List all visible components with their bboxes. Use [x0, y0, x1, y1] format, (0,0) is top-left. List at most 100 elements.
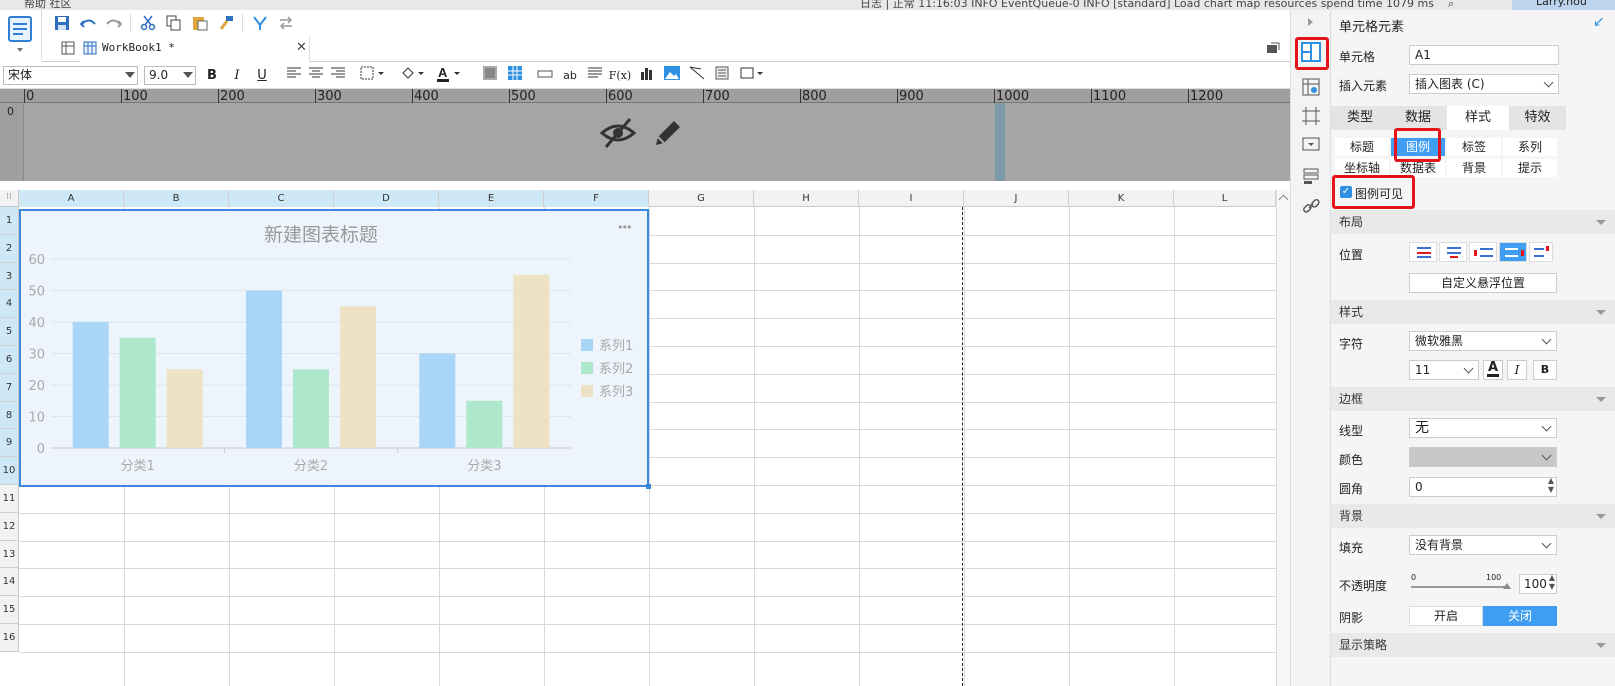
spreadsheet-grid[interactable]: ⁝⁝ A B C D E F G H I J K L 1 2 3 4 5 6 7 8 9 10 11…: [0, 190, 1280, 686]
tab-workbook1[interactable]: WorkBook1 *: [80, 36, 310, 62]
chart-widget[interactable]: ••• 新建图表标题 0 10 20 30 40 50 60 分类1 分类2 分类3 系列1 系列2 系…: [19, 209, 651, 489]
row-header-14[interactable]: 14: [0, 568, 19, 597]
row-header-12[interactable]: 12: [0, 512, 19, 541]
paste-icon[interactable]: [190, 13, 210, 33]
column-header-g[interactable]: G: [649, 190, 754, 207]
column-header-f[interactable]: F: [544, 190, 649, 207]
tab-data[interactable]: 数据: [1389, 106, 1447, 130]
format-painter-icon[interactable]: [216, 13, 236, 33]
linetype-select[interactable]: 无: [1409, 418, 1557, 438]
shadow-on-button[interactable]: 开启: [1409, 606, 1483, 626]
subtab-series[interactable]: 系列: [1503, 138, 1557, 156]
link-icon[interactable]: [1302, 197, 1320, 218]
cut-icon[interactable]: [138, 13, 158, 33]
row-header-11[interactable]: 11: [0, 485, 19, 513]
close-icon[interactable]: ✕: [296, 40, 307, 55]
tab-type[interactable]: 类型: [1331, 106, 1389, 130]
row-header-4[interactable]: 4: [0, 290, 19, 319]
border-dropdown-icon[interactable]: [358, 66, 388, 86]
italic-button[interactable]: I: [227, 66, 247, 86]
column-header-c[interactable]: C: [229, 190, 334, 207]
scroll-up-icon[interactable]: [1278, 194, 1289, 205]
redo-icon[interactable]: [104, 13, 124, 33]
select-all-corner[interactable]: ⁝⁝: [0, 190, 19, 207]
border-frame-icon[interactable]: [1302, 107, 1320, 128]
opacity-slider[interactable]: [1411, 586, 1507, 588]
cell-input[interactable]: A1: [1409, 45, 1559, 65]
column-header-k[interactable]: K: [1069, 190, 1174, 207]
shadow-off-button[interactable]: 关闭: [1483, 606, 1557, 626]
bold-button-panel[interactable]: B: [1533, 360, 1557, 380]
swap-icon[interactable]: [276, 13, 296, 33]
position-right-button[interactable]: [1499, 242, 1527, 262]
column-header-h[interactable]: H: [754, 190, 859, 207]
text-icon[interactable]: ab: [560, 66, 580, 86]
search-icon[interactable]: ⌕: [1448, 0, 1454, 10]
fill-select[interactable]: 没有背景: [1409, 535, 1557, 555]
underline-button[interactable]: U: [252, 66, 272, 86]
form-icon[interactable]: [712, 66, 732, 86]
column-header-i[interactable]: I: [859, 190, 964, 207]
vertical-scrollbar[interactable]: [1276, 190, 1290, 686]
position-top-button[interactable]: [1409, 242, 1437, 262]
border-color-select[interactable]: [1409, 447, 1557, 467]
position-bottom-button[interactable]: [1439, 242, 1467, 262]
row-header-7[interactable]: 7: [0, 373, 19, 402]
column-header-e[interactable]: E: [439, 190, 544, 207]
edit-pencil-icon[interactable]: [652, 117, 684, 152]
subtab-background[interactable]: 背景: [1447, 159, 1501, 177]
subtab-title[interactable]: 标题: [1335, 138, 1389, 156]
align-right-icon[interactable]: [328, 66, 348, 86]
template-icon[interactable]: [8, 16, 32, 42]
row-header-8[interactable]: 8: [0, 401, 19, 430]
row-header-1[interactable]: 1: [0, 207, 19, 235]
widget-icon[interactable]: [1302, 137, 1320, 156]
tab-effect[interactable]: 特效: [1509, 106, 1566, 130]
grid-table-icon[interactable]: [505, 66, 525, 86]
undo-icon[interactable]: [78, 13, 98, 33]
grid-view-icon[interactable]: [58, 38, 78, 58]
row-header-3[interactable]: 3: [0, 262, 19, 291]
insert-element-select[interactable]: 插入图表 (C): [1409, 74, 1559, 94]
row-header-6[interactable]: 6: [0, 346, 19, 374]
column-header-j[interactable]: J: [964, 190, 1069, 207]
section-background[interactable]: 背景: [1331, 504, 1615, 528]
collapse-arrow-icon[interactable]: [1308, 18, 1313, 26]
font-family-select[interactable]: 宋体: [3, 66, 138, 85]
frame-dropdown-icon[interactable]: [738, 66, 766, 86]
row-header-10[interactable]: 10: [0, 457, 19, 485]
column-header-b[interactable]: B: [124, 190, 229, 207]
text-box-icon[interactable]: [535, 66, 555, 86]
tab-menu-icon[interactable]: [1266, 42, 1280, 57]
subtab-label[interactable]: 标签: [1447, 138, 1501, 156]
formula-icon[interactable]: F(x): [608, 66, 632, 86]
image-icon[interactable]: [662, 66, 682, 86]
merge-icon[interactable]: [250, 13, 270, 33]
layer-icon[interactable]: [1302, 167, 1320, 188]
section-layout[interactable]: 布局: [1331, 210, 1615, 234]
pin-icon[interactable]: ↙: [1593, 14, 1605, 30]
copy-icon[interactable]: [164, 13, 184, 33]
fill-color-icon[interactable]: [398, 66, 428, 86]
align-left-icon[interactable]: [284, 66, 304, 86]
section-style[interactable]: 样式: [1331, 300, 1615, 324]
section-display-strategy[interactable]: 显示策略: [1331, 633, 1615, 657]
column-header-a[interactable]: A: [19, 190, 124, 207]
table-style-icon[interactable]: [480, 66, 500, 86]
custom-float-position-button[interactable]: 自定义悬浮位置: [1409, 273, 1557, 293]
user-badge[interactable]: Larry.hou: [1512, 0, 1615, 10]
font-color-button[interactable]: A: [1483, 360, 1503, 380]
row-header-2[interactable]: 2: [0, 234, 19, 263]
italic-button-panel[interactable]: I: [1507, 360, 1527, 380]
paragraph-icon[interactable]: [585, 66, 605, 86]
position-left-button[interactable]: [1469, 242, 1497, 262]
row-header-13[interactable]: 13: [0, 540, 19, 569]
hide-icon[interactable]: [599, 117, 637, 152]
font-size-select-panel[interactable]: 11: [1409, 360, 1479, 380]
row-header-16[interactable]: 16: [0, 624, 19, 652]
save-icon[interactable]: [52, 13, 72, 33]
cell-attribute-icon[interactable]: [1302, 78, 1320, 99]
slash-icon[interactable]: [687, 66, 707, 86]
column-header-l[interactable]: L: [1174, 190, 1276, 207]
opacity-input[interactable]: 100 ▲ ▼: [1519, 573, 1557, 594]
